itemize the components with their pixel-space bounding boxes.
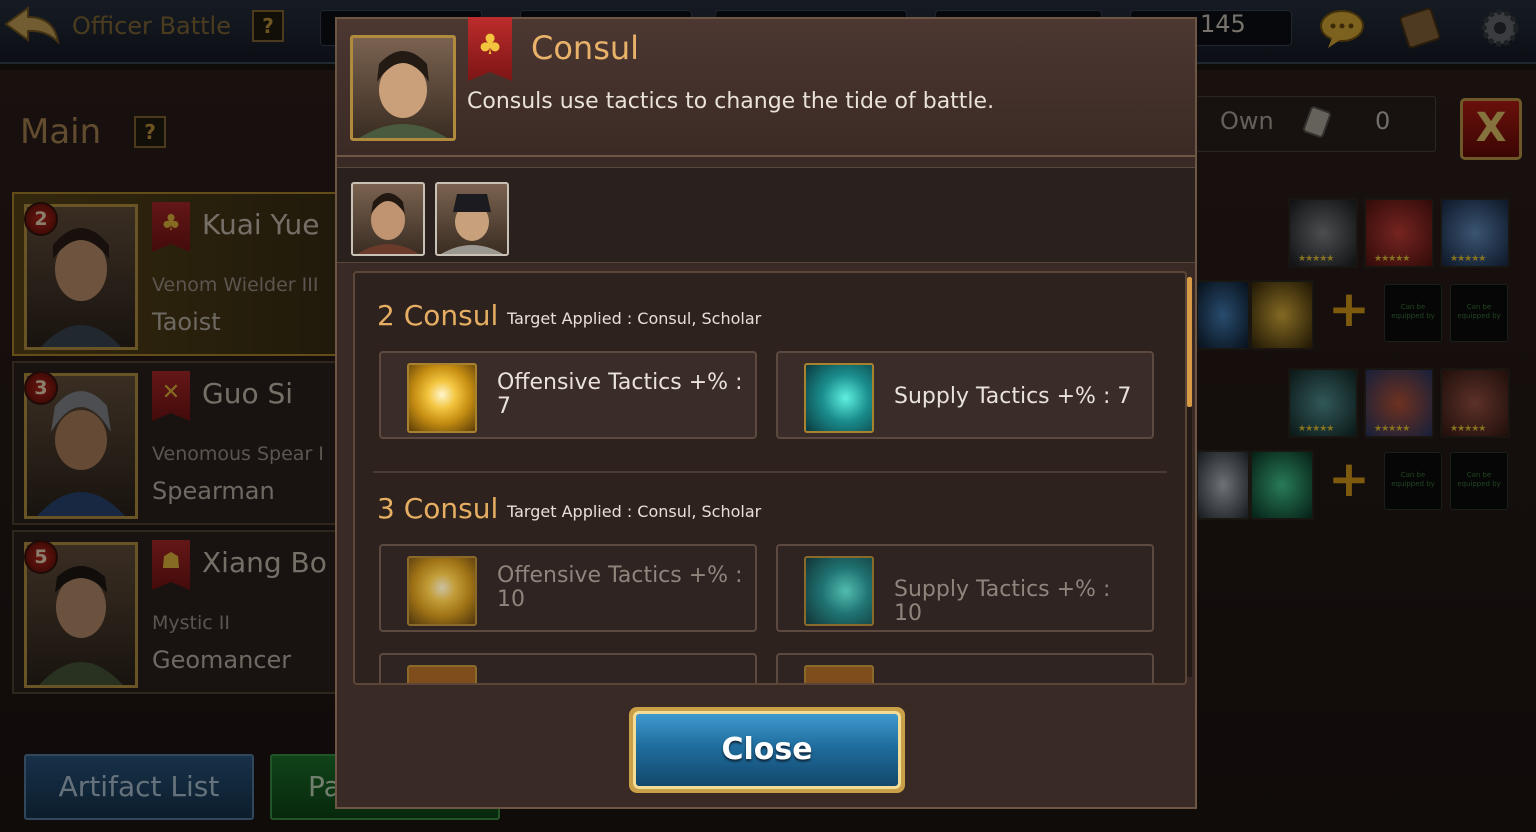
effect-label: Offensive Tactics +% : 7 (497, 370, 743, 419)
section-target: Target Applied : Consul, Scholar (507, 502, 762, 521)
consul-modal: ♣ Consul Consuls use tactics to change t… (335, 17, 1197, 809)
section-title: 2 Consul (377, 299, 499, 332)
officer-thumbnail-strip (337, 167, 1195, 263)
effect-card (776, 653, 1154, 683)
modal-header (337, 19, 1195, 157)
effect-label: Supply Tactics +% : 10 (894, 577, 1111, 626)
section-target: Target Applied : Consul, Scholar (507, 309, 762, 328)
lotus-icon (407, 363, 477, 433)
modal-description: Consuls use tactics to change the tide o… (467, 89, 995, 114)
claw-icon (804, 363, 874, 433)
close-button-label: Close (633, 711, 901, 789)
claw-icon (804, 556, 874, 626)
effect-card: Offensive Tactics +% : 10 (379, 544, 757, 632)
effect-card: Offensive Tactics +% : 7 (379, 351, 757, 439)
effect-label: Supply Tactics +% : 7 (894, 384, 1132, 409)
consul-portrait (350, 35, 456, 141)
effect-card: Supply Tactics +% : 10 (776, 544, 1154, 632)
partial-icon (804, 665, 874, 683)
section-title: 3 Consul (377, 492, 499, 525)
modal-title: Consul (531, 29, 640, 67)
close-button[interactable]: Close (629, 707, 905, 793)
effect-card (379, 653, 757, 683)
officer-thumbnail[interactable] (351, 182, 425, 256)
tree-emblem-icon: ♣ (468, 17, 512, 81)
lotus-icon (407, 556, 477, 626)
section-divider (373, 471, 1167, 473)
partial-icon (407, 665, 477, 683)
effect-label: Offensive Tactics +% : 10 (497, 563, 743, 612)
list-scroll-thumb[interactable] (1187, 277, 1192, 407)
effect-card: Supply Tactics +% : 7 (776, 351, 1154, 439)
officer-thumbnail[interactable] (435, 182, 509, 256)
bonus-list[interactable]: 2 Consul Target Applied : Consul, Schola… (353, 271, 1187, 685)
